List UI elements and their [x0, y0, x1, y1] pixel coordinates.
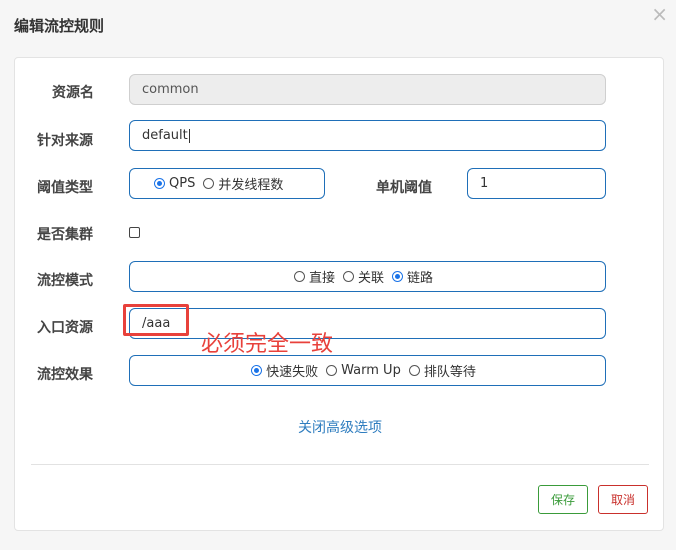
divider	[31, 464, 649, 465]
radio-chain-label: 链路	[407, 271, 434, 286]
radio-relate-label: 关联	[357, 271, 384, 286]
single-threshold-input[interactable]: 1	[467, 168, 606, 199]
radio-checked-icon	[251, 365, 263, 376]
strategy-label: 流控模式	[37, 273, 93, 289]
annotation-text: 必须完全一致	[201, 332, 334, 357]
radio-queue[interactable]: 排队等待	[408, 361, 476, 380]
threshold-type-radio-group: QPS 并发线程数	[129, 168, 325, 199]
control-behavior-radio-group: 快速失败 Warm Up 排队等待	[129, 355, 606, 386]
radio-thread-count[interactable]: 并发线程数	[203, 174, 283, 193]
radio-unchecked-icon	[203, 178, 215, 189]
radio-fast-fail[interactable]: 快速失败	[251, 361, 318, 380]
threshold-type-label: 阈值类型	[37, 180, 93, 196]
radio-thread-count-label: 并发线程数	[218, 178, 284, 193]
radio-checked-icon	[154, 178, 165, 189]
radio-queue-label: 排队等待	[423, 365, 476, 380]
radio-chain[interactable]: 链路	[392, 267, 433, 286]
close-icon[interactable]: ×	[651, 4, 668, 24]
radio-qps-label: QPS	[169, 176, 196, 191]
cluster-label: 是否集群	[37, 227, 93, 243]
radio-warm-up-label: Warm Up	[341, 363, 401, 378]
strategy-radio-group: 直接 关联 链路	[129, 261, 606, 292]
radio-unchecked-icon	[408, 365, 420, 376]
resource-name-label: 资源名	[52, 85, 94, 101]
cluster-checkbox[interactable]	[129, 227, 140, 238]
cancel-button[interactable]: 取消	[598, 485, 648, 514]
form-panel: 资源名 common 针对来源 default 阈值类型 QPS 并发线程数 单…	[14, 57, 664, 531]
radio-qps[interactable]: QPS	[154, 176, 195, 191]
limit-app-label: 针对来源	[37, 133, 93, 149]
radio-warm-up[interactable]: Warm Up	[326, 363, 401, 378]
single-threshold-label: 单机阈值	[376, 180, 432, 196]
control-behavior-label: 流控效果	[37, 367, 93, 383]
radio-unchecked-icon	[293, 271, 305, 282]
radio-fast-fail-label: 快速失败	[266, 365, 319, 380]
close-advanced-options-link[interactable]: 关闭高级选项	[15, 417, 665, 437]
radio-direct-label: 直接	[308, 271, 335, 286]
edit-flow-rule-dialog: 编辑流控规则 × 资源名 common 针对来源 default 阈值类型 QP…	[0, 0, 676, 550]
save-button[interactable]: 保存	[538, 485, 588, 514]
radio-relate[interactable]: 关联	[342, 267, 384, 286]
radio-unchecked-icon	[342, 271, 354, 282]
resource-name-input[interactable]: common	[129, 74, 606, 105]
ref-resource-label: 入口资源	[37, 320, 93, 336]
limit-app-value: default	[142, 128, 188, 143]
dialog-title: 编辑流控规则	[14, 17, 105, 35]
radio-unchecked-icon	[326, 365, 338, 376]
radio-checked-icon	[392, 271, 403, 282]
limit-app-input[interactable]: default	[129, 120, 606, 151]
text-cursor	[188, 128, 190, 143]
radio-direct[interactable]: 直接	[293, 267, 335, 286]
